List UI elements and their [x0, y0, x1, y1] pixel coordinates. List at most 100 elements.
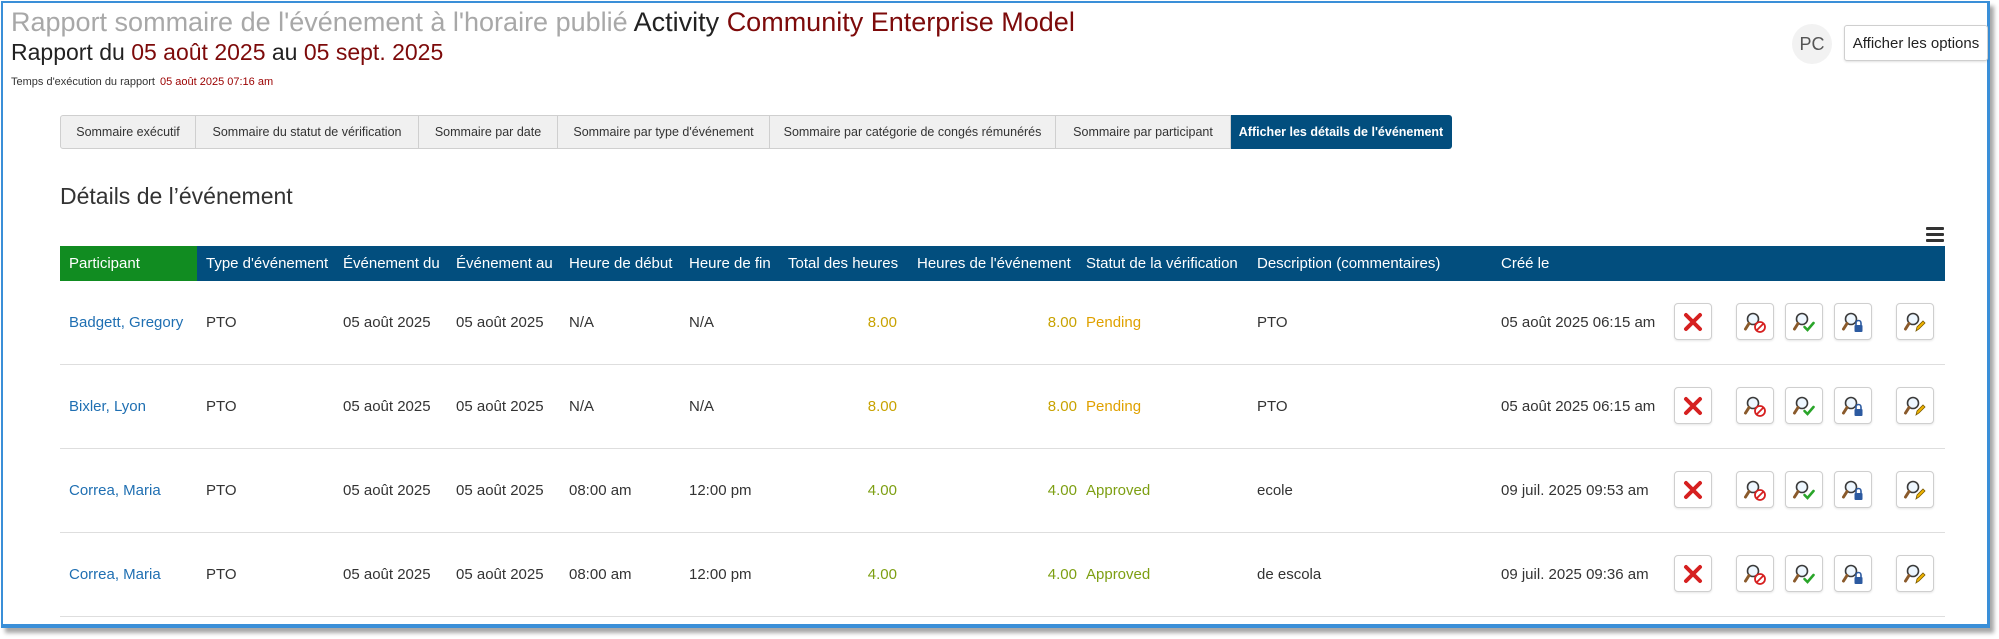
col-verification-status[interactable]: Statut de la vérification — [1086, 246, 1238, 281]
col-participant[interactable]: Participant — [60, 246, 197, 281]
approve-button[interactable] — [1785, 555, 1823, 592]
table-header: Participant Type d'événement Événement d… — [60, 246, 1945, 281]
created-on-cell: 05 août 2025 06:15 am — [1501, 398, 1656, 415]
participant-link[interactable]: Badgett, Gregory — [69, 281, 183, 364]
menu-icon[interactable] — [1926, 227, 1944, 243]
event-hours-cell: 4.00 — [1047, 482, 1077, 499]
col-created-on[interactable]: Créé le — [1501, 246, 1549, 281]
tab-summary-by-participant[interactable]: Sommaire par participant — [1056, 115, 1231, 149]
event-type-cell: PTO — [206, 398, 237, 415]
magnifier-edit-icon — [1903, 478, 1927, 502]
col-start-time[interactable]: Heure de début — [569, 246, 672, 281]
title-organization: Community Enterprise Model — [726, 7, 1075, 37]
tab-event-details[interactable]: Afficher les détails de l'événement — [1231, 115, 1452, 149]
reject-button[interactable] — [1736, 387, 1774, 424]
lock-button[interactable] — [1834, 555, 1872, 592]
tab-verification-status-summary[interactable]: Sommaire du statut de vérification — [196, 115, 419, 149]
col-event-type[interactable]: Type d'événement — [206, 246, 328, 281]
magnifier-approve-icon — [1792, 478, 1816, 502]
event-type-cell: PTO — [206, 566, 237, 583]
description-cell: ecole — [1257, 482, 1293, 499]
edit-button[interactable] — [1896, 555, 1934, 592]
tab-executive-summary[interactable]: Sommaire exécutif — [60, 115, 196, 149]
total-hours-cell: 8.00 — [867, 398, 897, 415]
event-from-cell: 05 août 2025 — [343, 314, 431, 331]
tab-summary-by-date[interactable]: Sommaire par date — [419, 115, 558, 149]
participant-link[interactable]: Correa, Maria — [69, 449, 161, 532]
report-label: Rapport du — [11, 39, 125, 65]
avatar[interactable]: PC — [1792, 24, 1832, 64]
show-options-button[interactable]: Afficher les options — [1844, 25, 1988, 61]
start-time-cell: 08:00 am — [569, 482, 632, 499]
x-icon — [1681, 478, 1705, 502]
total-hours-cell: 4.00 — [867, 566, 897, 583]
edit-button[interactable] — [1896, 387, 1934, 424]
table-body: Badgett, Gregory PTO 05 août 2025 05 août 2… — [60, 281, 1945, 617]
x-icon — [1681, 310, 1705, 334]
date-to: 05 sept. 2025 — [303, 39, 444, 65]
lock-button[interactable] — [1834, 471, 1872, 508]
magnifier-lock-icon — [1841, 562, 1865, 586]
event-from-cell: 05 août 2025 — [343, 566, 431, 583]
table-row: Correa, Maria PTO 05 août 2025 05 août 2025… — [60, 449, 1945, 533]
start-time-cell: N/A — [569, 314, 595, 331]
delete-button[interactable] — [1674, 471, 1712, 508]
magnifier-lock-icon — [1841, 478, 1865, 502]
runtime-value: 05 août 2025 07:16 am — [159, 76, 274, 88]
reject-button[interactable] — [1736, 555, 1774, 592]
delete-button[interactable] — [1674, 387, 1712, 424]
delete-button[interactable] — [1674, 555, 1712, 592]
col-total-hours[interactable]: Total des heures — [788, 246, 898, 281]
end-time-cell: 12:00 pm — [689, 482, 752, 499]
col-event-hours[interactable]: Heures de l'événement — [917, 246, 1071, 281]
event-to-cell: 05 août 2025 — [456, 314, 544, 331]
magnifier-lock-icon — [1841, 394, 1865, 418]
reject-button[interactable] — [1736, 471, 1774, 508]
event-hours-cell: 4.00 — [1047, 566, 1077, 583]
event-hours-cell: 8.00 — [1047, 314, 1077, 331]
lock-button[interactable] — [1834, 387, 1872, 424]
section-title: Détails de l’événement — [60, 183, 293, 209]
report-runtime: Temps d'exécution du rapport 05 août 2025… — [11, 76, 273, 88]
created-on-cell: 09 juil. 2025 09:53 am — [1501, 482, 1649, 499]
tab-summary-by-paid-leave-category[interactable]: Sommaire par catégorie de congés rémunér… — [770, 115, 1056, 149]
status-badge: Pending — [1086, 398, 1142, 415]
approve-button[interactable] — [1785, 303, 1823, 340]
status-badge: Approved — [1086, 482, 1151, 499]
x-icon — [1681, 562, 1705, 586]
end-time-cell: N/A — [689, 314, 715, 331]
tab-summary-by-event-type[interactable]: Sommaire par type d'événement — [558, 115, 770, 149]
status-badge: Approved — [1086, 566, 1151, 583]
reject-button[interactable] — [1736, 303, 1774, 340]
created-on-cell: 05 août 2025 06:15 am — [1501, 314, 1656, 331]
magnifier-approve-icon — [1792, 394, 1816, 418]
event-to-cell: 05 août 2025 — [456, 482, 544, 499]
x-icon — [1681, 394, 1705, 418]
approve-button[interactable] — [1785, 471, 1823, 508]
col-end-time[interactable]: Heure de fin — [689, 246, 771, 281]
event-hours-cell: 8.00 — [1047, 398, 1077, 415]
description-cell: PTO — [1257, 398, 1288, 415]
title-activity: Activity — [633, 7, 720, 37]
edit-button[interactable] — [1896, 303, 1934, 340]
start-time-cell: N/A — [569, 398, 595, 415]
col-event-to[interactable]: Événement au — [456, 246, 553, 281]
participant-link[interactable]: Correa, Maria — [69, 533, 161, 616]
table-row: Bixler, Lyon PTO 05 août 2025 05 août 2025 N… — [60, 365, 1945, 449]
event-details-table: Participant Type d'événement Événement d… — [60, 246, 1945, 617]
edit-button[interactable] — [1896, 471, 1934, 508]
report-date-range: Rapport du 05 août 2025 au 05 sept. 2025 — [11, 39, 443, 66]
approve-button[interactable] — [1785, 387, 1823, 424]
end-time-cell: 12:00 pm — [689, 566, 752, 583]
total-hours-cell: 8.00 — [867, 314, 897, 331]
report-window: Rapport sommaire de l'événement à l'hora… — [1, 1, 1990, 628]
col-description[interactable]: Description (commentaires) — [1257, 246, 1440, 281]
start-time-cell: 08:00 am — [569, 566, 632, 583]
delete-button[interactable] — [1674, 303, 1712, 340]
participant-link[interactable]: Bixler, Lyon — [69, 365, 146, 448]
event-type-cell: PTO — [206, 314, 237, 331]
lock-button[interactable] — [1834, 303, 1872, 340]
description-cell: PTO — [1257, 314, 1288, 331]
col-event-from[interactable]: Événement du — [343, 246, 440, 281]
magnifier-reject-icon — [1743, 562, 1767, 586]
